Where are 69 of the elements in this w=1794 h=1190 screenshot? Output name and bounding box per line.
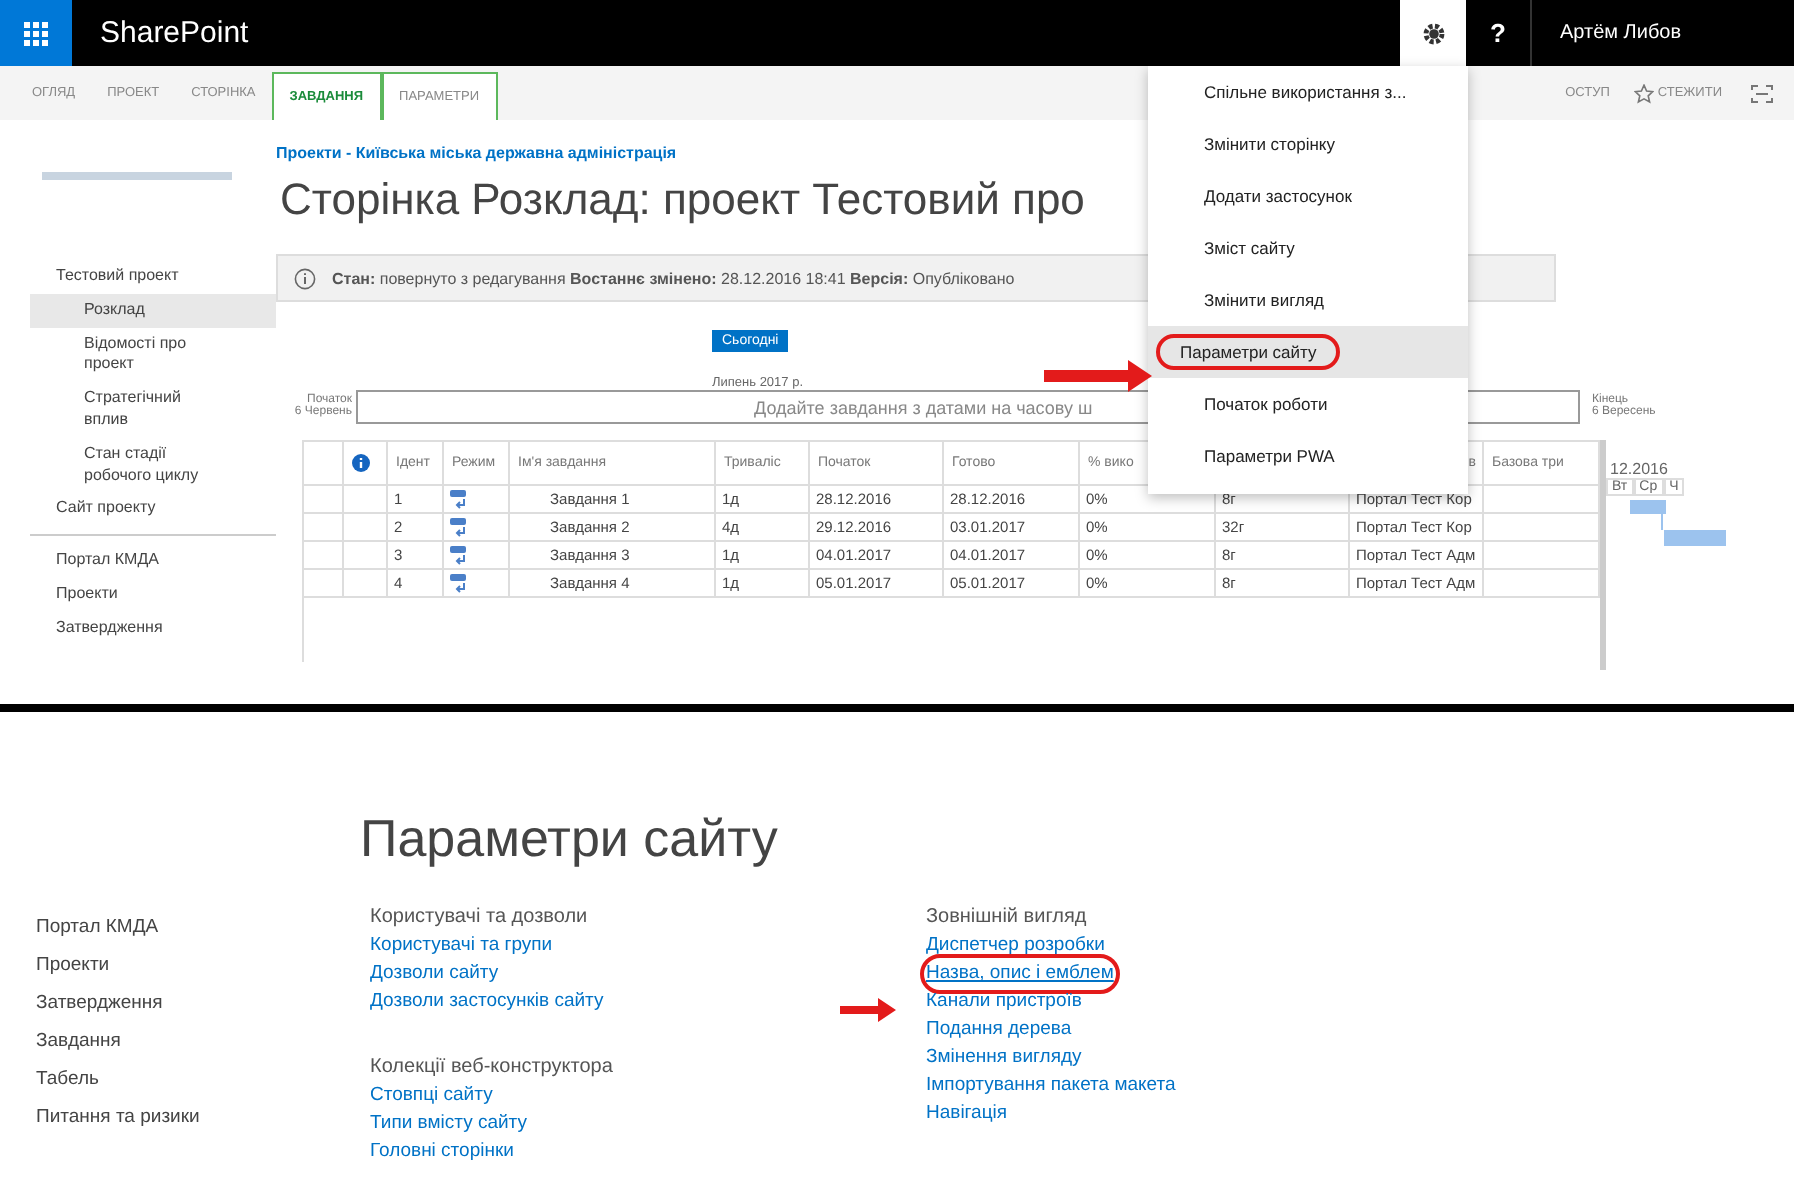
nav-item[interactable]: Проекти <box>36 954 334 976</box>
table-cell <box>344 542 388 570</box>
page-title: Сторінка Розклад: проект Тестовий про <box>280 174 1085 226</box>
settings-link[interactable]: Дозволи застосунків сайту <box>370 988 604 1016</box>
group-heading: Користувачі та дозволи <box>370 906 590 928</box>
app-name: SharePoint <box>100 16 249 50</box>
table-cell <box>344 486 388 514</box>
nav-item[interactable]: Тестовий проект <box>30 260 276 294</box>
settings-link[interactable]: Назва, опис і емблем <box>926 960 1114 988</box>
group-heading: Зовнішній вигляд <box>926 906 1089 928</box>
nav-item[interactable]: Затвердження <box>30 611 276 646</box>
nav-item[interactable]: Стан стадії робочого циклу <box>30 437 276 493</box>
info-icon <box>294 267 316 289</box>
settings-button[interactable] <box>1400 0 1466 66</box>
waffle-icon <box>24 21 48 45</box>
focus-icon[interactable] <box>1750 83 1774 103</box>
table-cell <box>1484 486 1600 514</box>
table-cell <box>344 514 388 542</box>
table-cell <box>1484 570 1600 598</box>
annotation-arrow <box>1044 360 1152 392</box>
settings-link[interactable]: Імпортування пакета макета <box>926 1072 1176 1100</box>
task-mode-icon <box>450 573 472 593</box>
nav-item[interactable]: Табель <box>36 1068 334 1090</box>
nav-item[interactable]: Завдання <box>36 1030 334 1052</box>
settings-link[interactable]: Головні сторінки <box>370 1138 514 1166</box>
group-heading: Колекції веб-конструктора <box>370 1056 615 1078</box>
nav-item[interactable]: Портал КМДА <box>30 544 276 578</box>
breadcrumb-link[interactable]: Проекти - Київська міська державна адміністрація <box>276 144 677 162</box>
nav-item[interactable]: Сайт проекту <box>30 492 276 527</box>
nav-item[interactable]: Проекти <box>30 577 276 612</box>
settings-link[interactable]: Канали пристроїв <box>926 988 1082 1016</box>
timeline-placeholder: Додайте завдання з датами на часову ш <box>754 397 1093 417</box>
column-header[interactable] <box>344 442 388 486</box>
settings-link[interactable]: Подання дерева <box>926 1016 1072 1044</box>
task-mode-icon <box>450 489 472 509</box>
table-cell <box>1484 514 1600 542</box>
task-mode-icon <box>450 545 472 565</box>
settings-link[interactable]: Користувачі та групи <box>370 932 553 960</box>
menu-item[interactable]: Параметри PWA <box>1148 430 1468 482</box>
gantt-month-label: 12.2016 <box>1608 458 1670 478</box>
nav-item[interactable]: Розклад <box>30 293 276 328</box>
table-cell <box>344 570 388 598</box>
settings-link[interactable]: Диспетчер розробки <box>926 932 1105 960</box>
settings-link[interactable]: Змінення вигляду <box>926 1044 1082 1072</box>
menu-item[interactable]: Зміст сайту <box>1148 222 1468 274</box>
page-title: Параметри сайту <box>360 808 780 870</box>
user-menu[interactable]: Артём Либов <box>1532 0 1794 66</box>
star-icon <box>1633 83 1654 103</box>
app-launcher-button[interactable] <box>0 0 72 66</box>
settings-link[interactable]: Навігація <box>926 1100 1008 1128</box>
info-icon <box>352 454 370 472</box>
menu-item[interactable]: Змінити вигляд <box>1148 274 1468 326</box>
annotation-arrow <box>840 998 896 1022</box>
nav-item[interactable]: Питання та ризики <box>36 1106 334 1128</box>
menu-item[interactable]: Спільне використання з... <box>1148 66 1468 118</box>
nav-item[interactable]: Портал КМДА <box>36 916 334 938</box>
menu-item[interactable]: Додати застосунок <box>1148 170 1468 222</box>
settings-link[interactable]: Дозволи сайту <box>370 960 499 988</box>
settings-icon <box>1421 21 1445 45</box>
nav-item[interactable]: Відомості про проект <box>30 327 276 383</box>
table-cell <box>1484 542 1600 570</box>
nav-item[interactable]: Стратегічний вплив <box>30 382 276 438</box>
nav-item[interactable]: Затвердження <box>36 992 334 1014</box>
menu-item[interactable]: Параметри сайту <box>1148 326 1468 378</box>
task-mode-icon <box>450 517 472 537</box>
status-text: Стан: повернуто з редагування Востаннє змінено: 28.12.2016 18:41 Версія: Опубліковано <box>332 269 1015 287</box>
menu-item[interactable]: Змінити сторінку <box>1148 118 1468 170</box>
settings-link[interactable]: Типи вмісту сайту <box>370 1110 528 1138</box>
settings-link[interactable]: Стовпці сайту <box>370 1082 493 1110</box>
